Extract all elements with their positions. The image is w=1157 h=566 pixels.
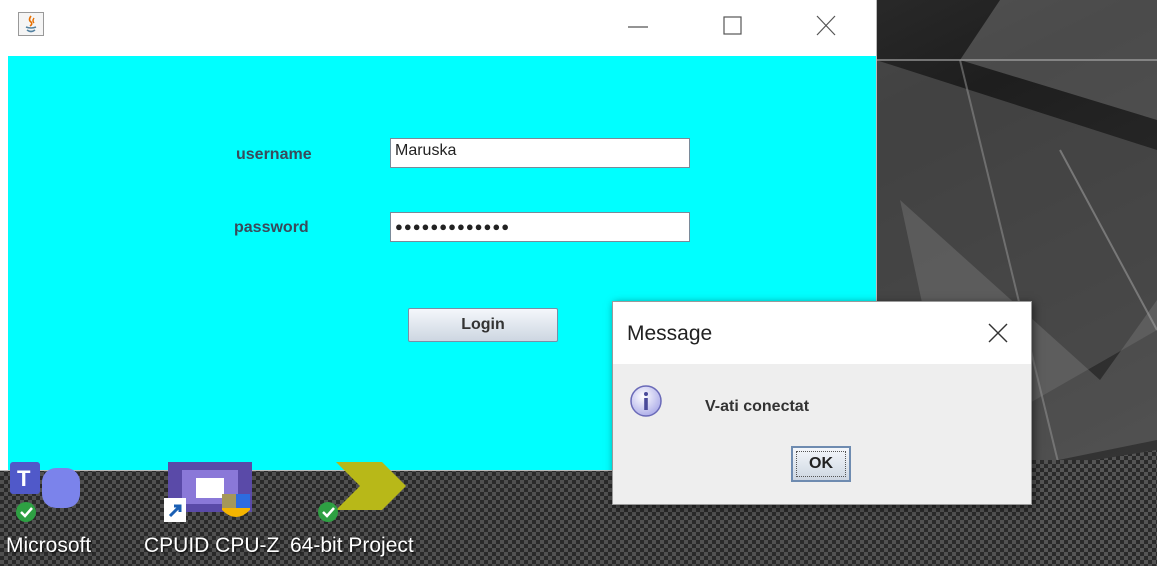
microsoft-teams-icon[interactable]: T — [8, 460, 104, 526]
info-icon — [630, 385, 662, 417]
minimize-icon[interactable] — [618, 8, 658, 44]
close-icon[interactable] — [806, 8, 846, 44]
login-button[interactable]: Login — [408, 308, 558, 342]
java-icon — [18, 12, 44, 36]
project-icon[interactable] — [316, 460, 412, 526]
cpuid-cpuz-icon[interactable] — [162, 460, 258, 526]
title-bar[interactable] — [0, 0, 876, 56]
ok-button[interactable]: OK — [791, 446, 851, 482]
dialog-title-bar[interactable]: Message — [613, 302, 1031, 364]
svg-text:T: T — [17, 466, 31, 491]
message-dialog: Message V-ati conectat OK — [612, 301, 1032, 505]
dialog-message: V-ati conectat — [705, 398, 810, 415]
username-field[interactable]: Maruska — [390, 138, 690, 168]
password-field[interactable]: ●●●●●●●●●●●●● — [390, 212, 690, 242]
desktop-label-cpuz[interactable]: CPUID CPU-Z — [144, 534, 279, 558]
password-label: password — [234, 219, 309, 236]
dialog-title: Message — [627, 322, 713, 345]
desktop-label-microsoft[interactable]: Microsoft — [6, 534, 91, 558]
close-icon[interactable] — [983, 318, 1013, 348]
desktop: username Maruska password ●●●●●●●●●●●●● … — [0, 0, 1157, 566]
username-label: username — [236, 146, 312, 163]
maximize-icon[interactable] — [712, 8, 752, 44]
desktop-label-project[interactable]: 64-bit Project — [290, 534, 414, 558]
